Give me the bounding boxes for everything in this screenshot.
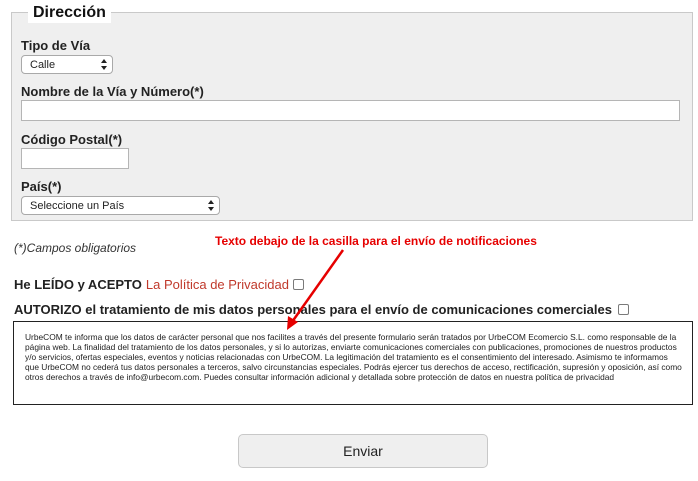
street-type-label: Tipo de Vía <box>21 38 91 53</box>
country-select[interactable]: Seleccione un País <box>21 196 220 215</box>
annotation-text: Texto debajo de la casilla para el envío… <box>215 234 537 248</box>
street-type-value: Calle <box>30 58 56 71</box>
street-name-label: Nombre de la Vía y Número(*) <box>21 84 204 99</box>
read-accept-text: He LEÍDO y ACEPTO <box>14 277 142 292</box>
submit-button[interactable]: Enviar <box>238 434 488 468</box>
authorize-row: AUTORIZO el tratamiento de mis datos per… <box>14 302 629 317</box>
country-label: País(*) <box>21 179 62 194</box>
country-value: Seleccione un País <box>30 199 125 212</box>
street-type-select[interactable]: Calle <box>21 55 113 74</box>
required-fields-note: (*)Campos obligatorios <box>14 241 137 255</box>
privacy-policy-link[interactable]: La Política de Privacidad <box>146 277 289 292</box>
privacy-info-box: UrbeCOM te informa que los datos de cará… <box>13 321 693 405</box>
postal-code-label: Código Postal(*) <box>21 132 123 147</box>
updown-arrows-icon <box>101 58 107 71</box>
privacy-info-text: UrbeCOM te informa que los datos de cará… <box>25 332 682 383</box>
read-accept-row: He LEÍDO y ACEPTO La Política de Privaci… <box>14 277 304 292</box>
authorize-text: AUTORIZO el tratamiento de mis datos per… <box>14 302 612 317</box>
read-accept-checkbox[interactable] <box>292 279 304 290</box>
address-legend: Dirección <box>28 3 111 23</box>
postal-code-input[interactable] <box>21 148 129 169</box>
authorize-checkbox[interactable] <box>617 304 629 315</box>
updown-arrows-icon <box>208 199 214 212</box>
street-name-input[interactable] <box>21 100 680 121</box>
